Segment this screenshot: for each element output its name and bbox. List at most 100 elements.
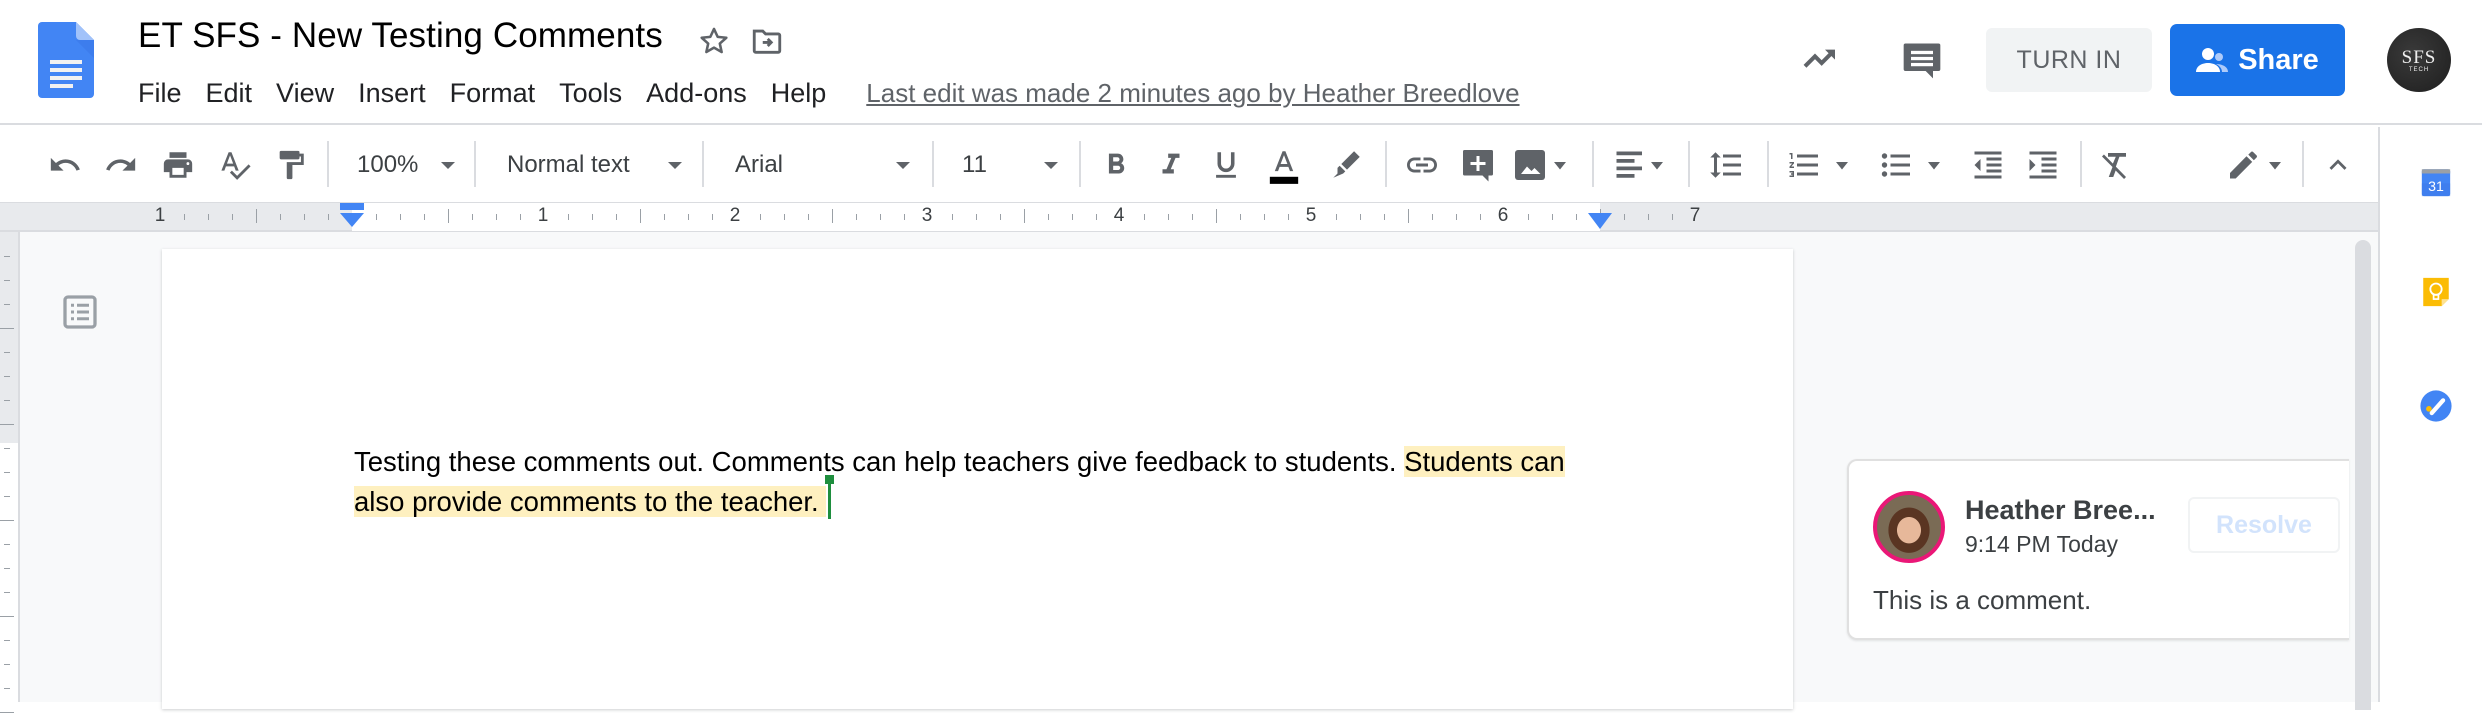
ruler-tick [1000,214,1001,220]
menu-format[interactable]: Format [438,78,548,109]
align-icon[interactable] [1612,147,1672,183]
resolve-button[interactable]: Resolve [2188,497,2340,553]
menu-edit[interactable]: Edit [194,78,265,109]
share-label: Share [2238,43,2319,76]
ruler-label: 2 [729,205,741,226]
menu-file[interactable]: File [126,78,194,109]
bold-icon[interactable] [1098,147,1134,183]
ruler-tick [520,214,521,220]
line-spacing-icon[interactable] [1708,147,1744,183]
keep-icon[interactable] [2419,275,2453,309]
bulleted-list-icon[interactable] [1878,147,1948,183]
account-avatar[interactable]: SFS TECH [2387,28,2451,92]
document-title[interactable]: ET SFS - New Testing Comments [138,16,663,56]
zoom-select[interactable]: 100% [357,145,467,185]
left-indent-marker-icon[interactable] [339,203,365,229]
move-to-folder-icon[interactable] [750,24,784,58]
document-workspace: Testing these comments out. Comments can… [0,232,2378,713]
toolbar-divider [1079,141,1081,187]
ruler-tick [1192,214,1193,220]
ruler-tick [376,214,377,220]
tasks-icon[interactable] [2419,389,2453,423]
print-icon[interactable] [160,147,196,183]
menu-bar: File Edit View Insert Format Tools Add-o… [126,74,1520,112]
right-indent-marker-icon[interactable] [1587,211,1613,231]
ruler-tick [1024,209,1025,223]
ruler-tick [760,214,761,220]
menu-help[interactable]: Help [759,78,839,109]
increase-indent-icon[interactable] [2025,147,2061,183]
paragraph-style-select[interactable]: Normal text [507,145,687,185]
ruler-tick [256,209,257,223]
scrollbar[interactable] [2355,240,2371,710]
font-select[interactable]: Arial [735,145,915,185]
ruler-tick [1624,214,1625,220]
activity-dashboard-icon[interactable] [1798,38,1842,78]
vertical-ruler-tick [4,280,10,281]
font-size-select[interactable]: 11 [962,145,1072,185]
italic-icon[interactable] [1153,147,1189,183]
toolbar-divider [702,141,704,187]
document-outline-icon[interactable] [62,294,98,330]
menu-insert[interactable]: Insert [346,78,438,109]
calendar-icon[interactable]: 31 [2419,165,2453,199]
ruler-tick [688,214,689,220]
ruler-tick [1552,214,1553,220]
undo-icon[interactable] [47,147,83,183]
document-body[interactable]: Testing these comments out. Comments can… [354,442,1614,522]
comment-card[interactable]: Heather Bree... 9:14 PM Today Resolve Th… [1847,459,2349,640]
menu-tools[interactable]: Tools [547,78,634,109]
insert-image-icon[interactable] [1512,147,1572,183]
ruler-tick [808,214,809,220]
vertical-ruler-tick [4,664,10,665]
vertical-ruler-tick [4,376,10,377]
font-size-value: 11 [962,151,987,178]
turn-in-button[interactable]: TURN IN [1986,28,2152,92]
underline-icon[interactable] [1208,147,1244,183]
star-icon[interactable] [697,24,731,58]
last-edit-link[interactable]: Last edit was made 2 minutes ago by Heat… [866,78,1519,109]
numbered-list-icon[interactable] [1786,147,1856,183]
ruler-tick [880,214,881,220]
clear-formatting-icon[interactable] [2099,147,2135,183]
vertical-ruler-tick [4,448,10,449]
ruler-tick [328,214,329,220]
ruler-label: 4 [1113,205,1125,226]
ruler-tick [472,214,473,220]
horizontal-ruler[interactable]: 1 1 2 3 4 5 6 7 [0,202,2378,232]
editing-mode-icon[interactable] [2225,147,2289,183]
avatar-text: SFS [2401,46,2437,68]
ruler-tick [1408,209,1409,223]
share-button[interactable]: Share [2170,24,2345,96]
decrease-indent-icon[interactable] [1970,147,2006,183]
ruler-tick [592,214,593,220]
menu-add-ons[interactable]: Add-ons [634,78,759,109]
ruler-tick [976,214,977,220]
zoom-value: 100% [357,151,419,178]
collapse-icon[interactable] [2320,147,2356,183]
comment-history-icon[interactable] [1900,38,1944,82]
ruler-tick [1336,214,1337,220]
ruler-tick [1576,214,1577,220]
link-icon[interactable] [1404,147,1440,183]
toolbar-divider [1385,141,1387,187]
ruler-tick [1480,214,1481,220]
ruler-tick [1384,214,1385,220]
text-color-icon[interactable] [1266,147,1302,191]
paint-format-icon[interactable] [273,147,309,183]
ruler-tick [664,214,665,220]
ruler-tick [424,214,425,220]
ruler-tick [1432,214,1433,220]
docs-logo-icon[interactable] [38,22,94,98]
document-page[interactable]: Testing these comments out. Comments can… [162,249,1793,709]
spellcheck-icon[interactable] [217,147,253,183]
add-comment-icon[interactable] [1460,147,1496,183]
ruler-tick [1456,214,1457,220]
ruler-tick [784,214,785,220]
redo-icon[interactable] [103,147,139,183]
vertical-ruler[interactable] [0,232,20,713]
menu-view[interactable]: View [264,78,346,109]
highlight-icon[interactable] [1328,147,1364,183]
toolbar-divider [2080,141,2082,187]
ruler-tick [496,214,497,220]
